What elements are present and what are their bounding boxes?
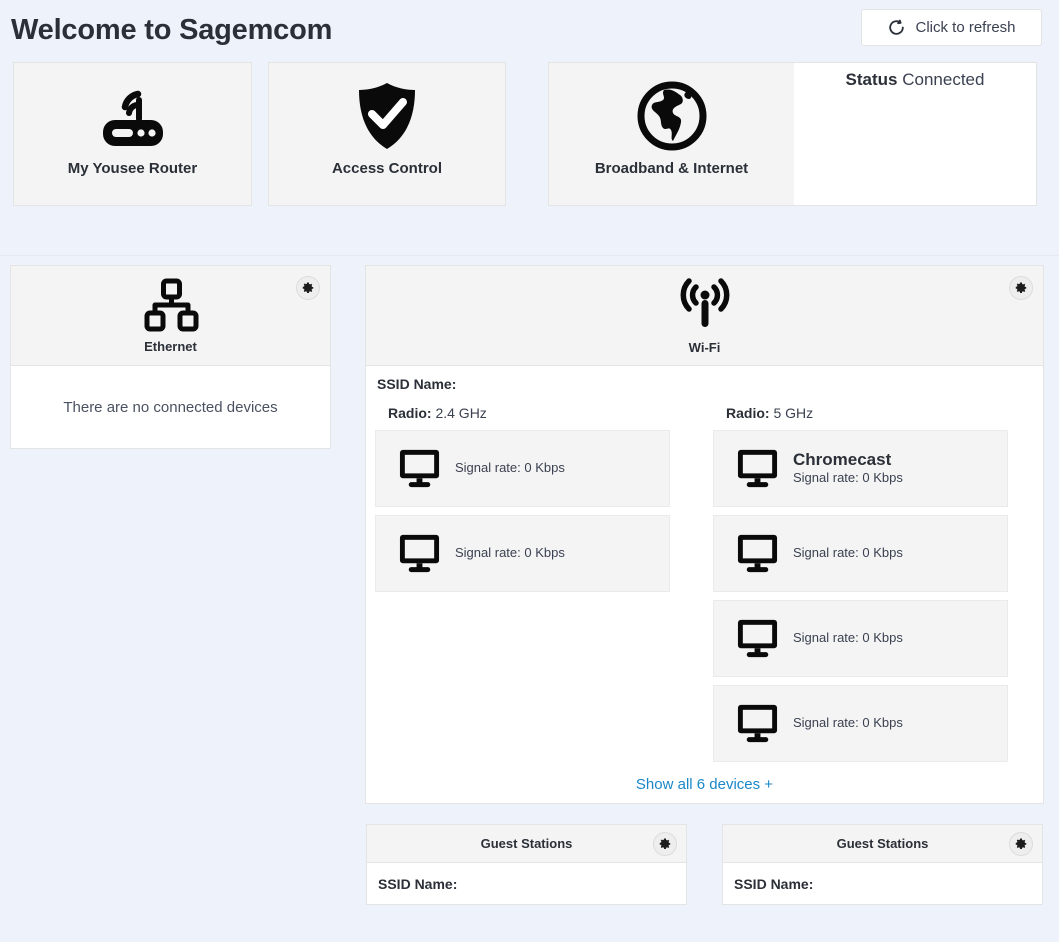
- tile-label: Broadband & Internet: [594, 160, 749, 177]
- table-row[interactable]: Signal rate: 0 Kbps: [713, 515, 1008, 592]
- sitemap-icon: [142, 277, 200, 335]
- gear-icon: [659, 838, 671, 849]
- tile-access-control[interactable]: Access Control: [268, 62, 506, 206]
- radio-value: 5 GHz: [773, 405, 814, 421]
- device-signal-rate: Signal rate: 0 Kbps: [793, 545, 903, 561]
- panel-guest-stations-left: Guest Stations SSID Name:: [366, 824, 687, 905]
- device-text: Signal rate: 0 Kbps: [793, 715, 903, 732]
- device-text: Signal rate: 0 Kbps: [793, 545, 903, 562]
- guest-stations-title: Guest Stations: [836, 836, 929, 851]
- wifi-broadcast-icon: [674, 276, 736, 336]
- router-icon: [95, 79, 171, 153]
- band-divider: [0, 255, 1059, 256]
- device-signal-rate: Signal rate: 0 Kbps: [793, 469, 903, 485]
- status-panel: Status Connected: [794, 62, 1037, 206]
- table-row[interactable]: Signal rate: 0 Kbps: [713, 685, 1008, 762]
- ethernet-body: There are no connected devices: [10, 366, 331, 449]
- monitor-icon: [736, 532, 779, 575]
- guest-ssid-label: SSID Name:: [378, 875, 458, 892]
- page-header: Welcome to Sagemcom Click to refresh: [0, 0, 1059, 62]
- guest-stations-header: Guest Stations: [366, 824, 687, 863]
- radio-column-24ghz: Radio: 2.4 GHz Signal rate: 0 Kbps Signa…: [375, 405, 670, 770]
- page-title: Welcome to Sagemcom: [11, 14, 333, 46]
- ethernet-title: Ethernet: [144, 339, 197, 354]
- tile-label: Access Control: [331, 160, 443, 177]
- guest-stations-title: Guest Stations: [480, 836, 573, 851]
- panel-wifi: Wi-Fi SSID Name: Radio: 2.4 GHz Signal r…: [365, 265, 1044, 804]
- monitor-icon: [736, 617, 779, 660]
- device-text: Chromecast Signal rate: 0 Kbps: [793, 450, 903, 486]
- status-key: Status: [845, 70, 898, 89]
- device-signal-rate: Signal rate: 0 Kbps: [793, 630, 903, 646]
- gear-icon: [302, 282, 314, 293]
- device-signal-rate: Signal rate: 0 Kbps: [455, 545, 565, 561]
- radio-key: Radio:: [726, 405, 770, 421]
- ethernet-empty-message: There are no connected devices: [63, 398, 278, 416]
- globe-icon: [636, 79, 708, 153]
- guest-stations-settings-button[interactable]: [653, 832, 677, 856]
- guest-stations-settings-button[interactable]: [1009, 832, 1033, 856]
- radio-columns: Radio: 2.4 GHz Signal rate: 0 Kbps Signa…: [366, 405, 1043, 770]
- radio-column-5ghz: Radio: 5 GHz Chromecast Signal rate: 0 K…: [713, 405, 1008, 770]
- status-line: Status Connected: [794, 70, 1036, 90]
- wifi-title: Wi-Fi: [688, 340, 721, 355]
- monitor-icon: [736, 702, 779, 745]
- refresh-button-label: Click to refresh: [915, 19, 1016, 36]
- radio-label-24ghz: Radio: 2.4 GHz: [375, 405, 670, 421]
- radio-label-5ghz: Radio: 5 GHz: [713, 405, 1008, 421]
- device-text: Signal rate: 0 Kbps: [793, 630, 903, 647]
- refresh-icon: [887, 18, 906, 37]
- show-all-devices-link[interactable]: Show all 6 devices +: [366, 770, 1043, 803]
- device-name: Chromecast: [793, 450, 892, 470]
- guest-stations-body: SSID Name:: [366, 863, 687, 905]
- panel-guest-stations-right: Guest Stations SSID Name:: [722, 824, 1043, 905]
- device-text: Signal rate: 0 Kbps: [455, 545, 565, 562]
- top-tiles-band: My Yousee Router Access Control Broadban…: [0, 62, 1059, 265]
- panel-ethernet: Ethernet There are no connected devices: [10, 265, 331, 449]
- wifi-settings-button[interactable]: [1009, 276, 1033, 300]
- wifi-ssid-label: SSID Name:: [377, 376, 457, 392]
- device-signal-rate: Signal rate: 0 Kbps: [455, 460, 565, 476]
- wifi-body: SSID Name: Radio: 2.4 GHz Signal rate: 0…: [365, 366, 1044, 804]
- monitor-icon: [398, 447, 441, 490]
- gear-icon: [1015, 282, 1027, 293]
- device-text: Signal rate: 0 Kbps: [455, 460, 565, 477]
- shield-check-icon: [353, 79, 421, 153]
- table-row[interactable]: Signal rate: 0 Kbps: [375, 430, 670, 507]
- guest-stations-body: SSID Name:: [722, 863, 1043, 905]
- wifi-header: Wi-Fi: [365, 265, 1044, 366]
- guest-stations-header: Guest Stations: [722, 824, 1043, 863]
- monitor-icon: [398, 532, 441, 575]
- tile-my-yousee-router[interactable]: My Yousee Router: [13, 62, 252, 206]
- gear-icon: [1015, 838, 1027, 849]
- table-row[interactable]: Signal rate: 0 Kbps: [713, 600, 1008, 677]
- refresh-button[interactable]: Click to refresh: [861, 9, 1042, 46]
- radio-key: Radio:: [388, 405, 432, 421]
- device-signal-rate: Signal rate: 0 Kbps: [793, 715, 903, 731]
- status-value: Connected: [902, 70, 985, 89]
- table-row[interactable]: Signal rate: 0 Kbps: [375, 515, 670, 592]
- ethernet-header: Ethernet: [10, 265, 331, 366]
- monitor-icon: [736, 447, 779, 490]
- ethernet-settings-button[interactable]: [296, 276, 320, 300]
- radio-value: 2.4 GHz: [435, 405, 487, 421]
- tile-label: My Yousee Router: [67, 160, 198, 177]
- guest-ssid-label: SSID Name:: [734, 875, 814, 892]
- table-row[interactable]: Chromecast Signal rate: 0 Kbps: [713, 430, 1008, 507]
- tile-broadband-internet[interactable]: Broadband & Internet: [548, 62, 795, 206]
